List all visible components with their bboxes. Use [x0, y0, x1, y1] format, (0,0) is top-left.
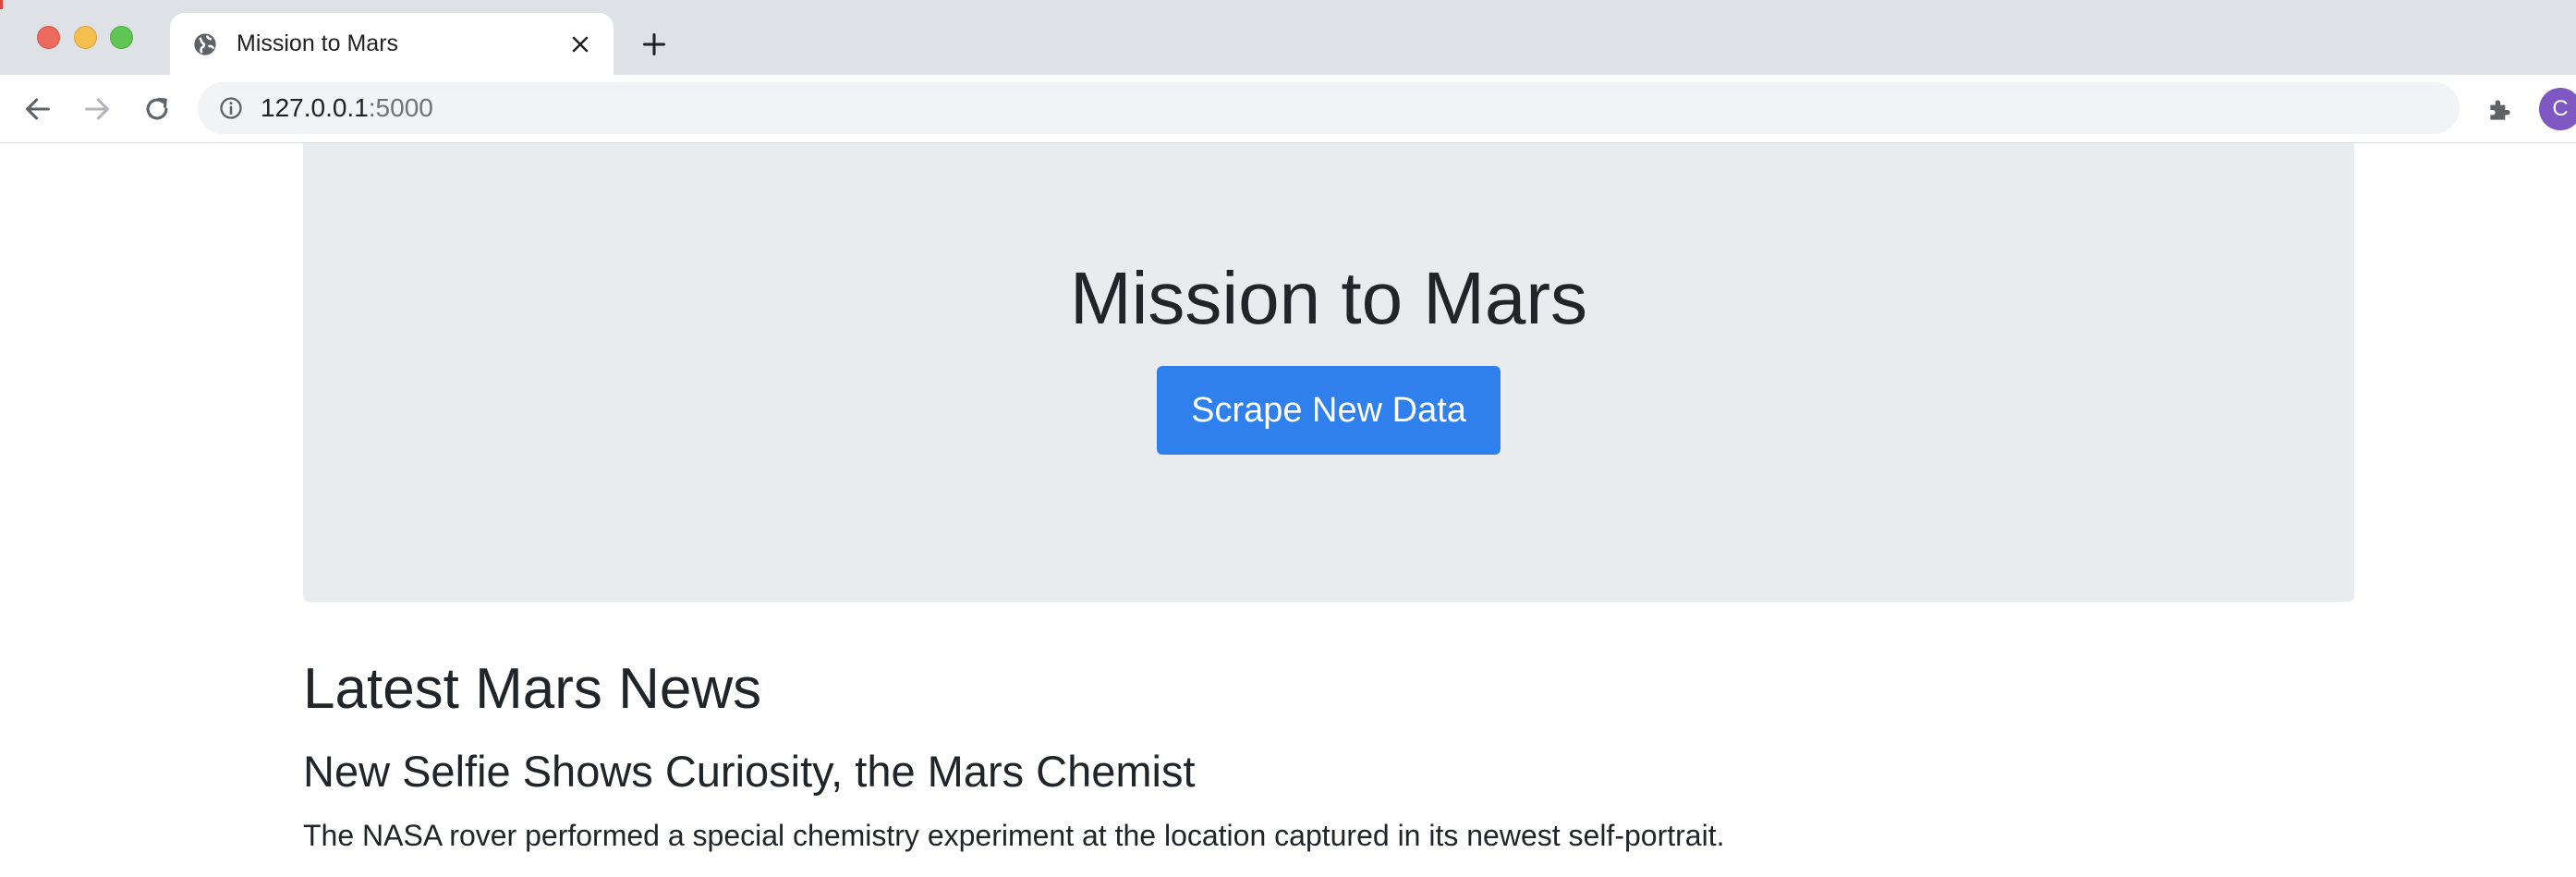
tab-title: Mission to Mars — [237, 30, 399, 56]
url-text[interactable]: 127.0.0.1:5000 — [261, 93, 433, 123]
forward-arrow-icon[interactable] — [81, 93, 113, 125]
address-bar[interactable]: 127.0.0.1:5000 — [198, 82, 2460, 134]
browser-toolbar: 127.0.0.1:5000 C — [0, 75, 2576, 143]
new-tab-plus-icon[interactable] — [641, 31, 667, 57]
window-minimize-button[interactable] — [74, 26, 97, 49]
scrape-new-data-button[interactable]: Scrape New Data — [1157, 366, 1501, 455]
news-article-title: New Selfie Shows Curiosity, the Mars Che… — [303, 747, 1196, 796]
reload-icon[interactable] — [141, 93, 173, 125]
browser-tabstrip: Mission to Mars — [0, 0, 2576, 75]
back-arrow-icon[interactable] — [22, 93, 54, 125]
window-zoom-button[interactable] — [110, 26, 133, 49]
news-article-teaser: The NASA rover performed a special chemi… — [303, 819, 1725, 852]
url-port: :5000 — [368, 93, 433, 122]
jumbotron: Mission to Mars Scrape New Data — [303, 143, 2354, 602]
profile-avatar[interactable]: C — [2539, 88, 2576, 130]
close-icon[interactable] — [569, 33, 591, 55]
news-section-heading: Latest Mars News — [303, 657, 762, 721]
window-close-button[interactable] — [37, 26, 60, 49]
browser-tab-active[interactable]: Mission to Mars — [170, 13, 614, 75]
page-title: Mission to Mars — [1069, 257, 1588, 339]
url-host: 127.0.0.1 — [261, 93, 369, 122]
extensions-puzzle-icon[interactable] — [2485, 95, 2515, 125]
info-icon[interactable] — [218, 95, 244, 121]
latest-news-section: Latest Mars News New Selfie Shows Curios… — [303, 657, 2354, 852]
window-edge — [0, 0, 3, 9]
globe-icon — [194, 33, 216, 55]
